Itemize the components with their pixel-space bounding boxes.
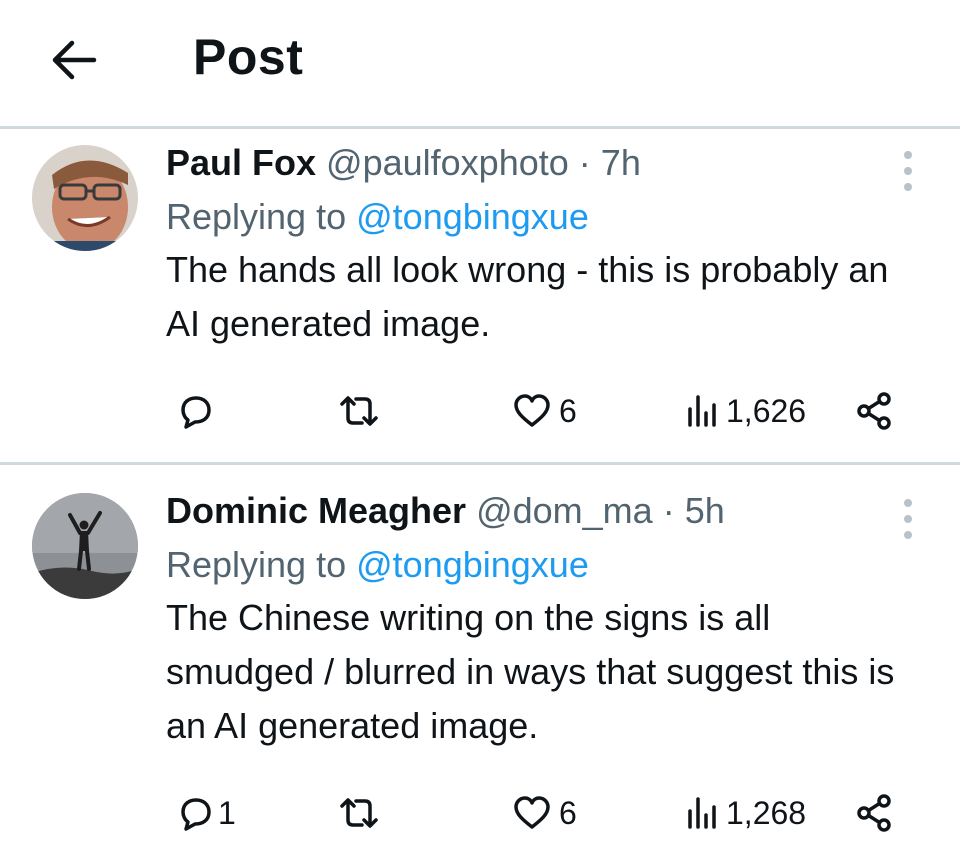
avatar-photo <box>32 145 138 251</box>
views-button[interactable]: 1,268 <box>686 783 806 843</box>
analytics-bars-icon <box>688 395 716 427</box>
avatar-photo <box>32 493 138 599</box>
share-button[interactable] <box>854 381 896 441</box>
replying-label: Replying to <box>166 196 347 237</box>
reply-button[interactable] <box>174 381 222 441</box>
repost-icon <box>340 798 378 828</box>
reply-icon <box>181 798 211 831</box>
tweet-meta: Paul Fox @paulfoxphoto · 7h <box>166 141 920 185</box>
reply-button[interactable]: 1 <box>174 783 236 843</box>
tweet-content: Paul Fox @paulfoxphoto · 7h Replying to … <box>166 141 920 351</box>
meta-separator: · <box>662 490 675 531</box>
repost-icon <box>340 396 378 426</box>
replying-mention-link[interactable]: @tongbingxue <box>356 196 589 237</box>
page-title: Post <box>193 29 304 85</box>
reply-count: 1 <box>218 794 236 831</box>
top-bar: Post <box>0 0 960 128</box>
back-button[interactable] <box>44 30 104 90</box>
like-count: 6 <box>559 794 577 831</box>
author-handle[interactable]: @paulfoxphoto <box>326 142 569 183</box>
replying-to: Replying to @tongbingxue <box>166 543 920 587</box>
tweet-content: Dominic Meagher @dom_ma · 5h Replying to… <box>166 489 920 753</box>
like-button[interactable]: 6 <box>511 381 577 441</box>
arrow-left-icon <box>52 40 97 80</box>
reply-tweet[interactable]: Paul Fox @paulfoxphoto · 7h Replying to … <box>0 129 960 463</box>
heart-icon <box>514 796 550 829</box>
repost-button[interactable] <box>336 381 382 441</box>
more-options-button[interactable] <box>896 495 920 543</box>
replying-to: Replying to @tongbingxue <box>166 195 920 239</box>
more-options-button[interactable] <box>896 147 920 195</box>
tweet-text: The Chinese writing on the signs is all … <box>166 597 895 746</box>
share-button[interactable] <box>854 783 896 843</box>
author-name[interactable]: Paul Fox <box>166 142 316 183</box>
share-icon <box>857 794 891 832</box>
avatar[interactable] <box>32 145 138 251</box>
view-count: 1,626 <box>726 392 807 429</box>
reply-icon <box>181 396 211 429</box>
author-name[interactable]: Dominic Meagher <box>166 490 466 531</box>
tweet-actions: 6 1,626 <box>166 381 906 441</box>
analytics-bars-icon <box>688 797 716 829</box>
tweet-meta: Dominic Meagher @dom_ma · 5h <box>166 489 920 533</box>
meta-separator: · <box>578 142 591 183</box>
more-vertical-icon <box>904 151 912 191</box>
avatar[interactable] <box>32 493 138 599</box>
repost-button[interactable] <box>336 783 382 843</box>
view-count: 1,268 <box>726 794 807 831</box>
heart-icon <box>514 394 550 427</box>
reply-tweet[interactable]: Dominic Meagher @dom_ma · 5h Replying to… <box>0 465 960 843</box>
author-handle[interactable]: @dom_ma <box>476 490 653 531</box>
views-button[interactable]: 1,626 <box>686 381 806 441</box>
tweet-actions: 1 6 1,268 <box>166 783 906 843</box>
replying-mention-link[interactable]: @tongbingxue <box>356 544 589 585</box>
tweet-text: The hands all look wrong - this is proba… <box>166 249 889 344</box>
replying-label: Replying to <box>166 544 347 585</box>
share-icon <box>857 392 891 430</box>
more-vertical-icon <box>904 499 912 539</box>
timestamp[interactable]: 7h <box>601 142 641 183</box>
timestamp[interactable]: 5h <box>685 490 725 531</box>
like-button[interactable]: 6 <box>511 783 577 843</box>
like-count: 6 <box>559 392 577 429</box>
